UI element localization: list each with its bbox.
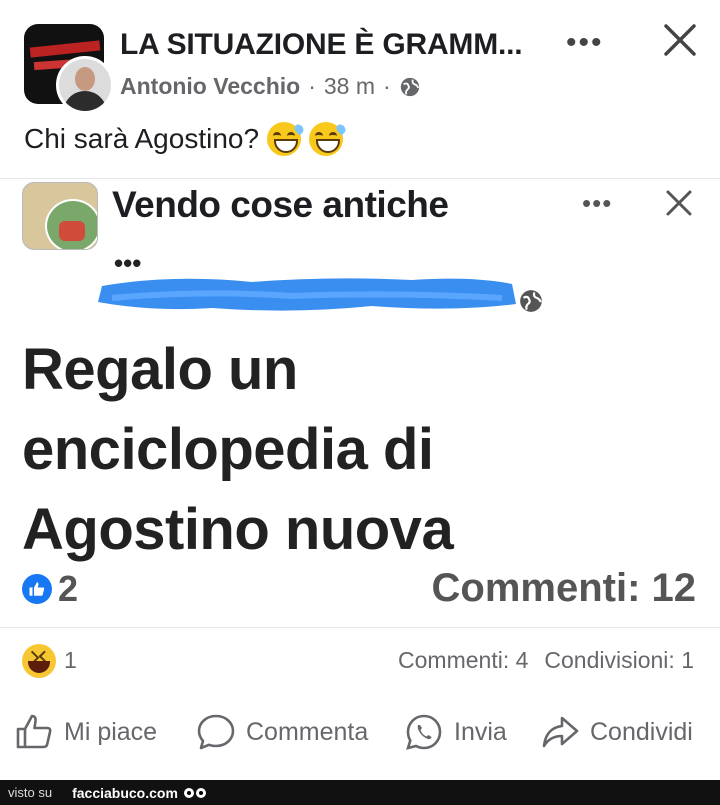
close-icon[interactable] [660,20,700,60]
footer-visto: visto su [8,785,53,800]
screenshot-group-title: Vendo cose antiche [112,184,449,225]
comments-count[interactable]: Commenti: 4 [398,647,528,674]
whatsapp-icon [406,714,442,750]
redaction-scribble [98,278,516,311]
author-name[interactable]: Antonio Vecchio [120,73,300,100]
reaction-count[interactable]: 1 [64,647,77,674]
engagement-counts: Commenti: 4 Condivisioni: 1 [398,647,694,674]
byline-separator: · [308,73,316,99]
author-avatar[interactable] [56,56,114,114]
screenshot-body-line-2: enciclopedia di [22,417,434,482]
post-text: Chi sarà Agostino? [24,122,348,156]
like-label: Mi piace [64,717,158,746]
screenshot-like-number: 2 [58,568,79,609]
send-button[interactable]: Invia [404,712,507,752]
shares-count[interactable]: Condivisioni: 1 [544,647,694,674]
share-button[interactable]: Condividi [540,712,693,752]
footer-brand: facciabuco.com [72,784,178,801]
group-name[interactable]: LA SITUAZIONE È GRAMM... [120,28,523,62]
thumbs-up-icon [16,714,52,749]
haha-reaction-icon[interactable] [22,644,56,678]
screenshot-post-body: Regalo un enciclopedia di Agostino nuova [22,330,454,570]
grinning-sweat-emoji-icon [267,122,306,156]
eyes-logo-icon [183,787,206,798]
screenshot-close-icon [666,190,692,216]
watermark-footer: visto su facciabuco.com [0,780,720,805]
send-label: Invia [454,717,507,746]
post-time[interactable]: 38 m [324,73,375,100]
comment-bubble-icon [197,714,235,750]
more-options-icon[interactable]: ••• [566,26,604,60]
like-reaction-icon [22,574,52,604]
comment-label: Commenta [246,717,369,746]
byline-separator-2: · [383,73,391,99]
post-text-label: Chi sarà Agostino? [24,123,260,154]
screenshot-avatar [22,182,98,250]
screenshot-body-line-1: Regalo un [22,337,298,402]
screenshot-comments-count: Commenti: 12 [431,566,697,610]
globe-icon [400,77,419,96]
screenshot-body-line-3: Agostino nuova [22,497,454,562]
screenshot-like-count: 2 [22,568,78,610]
byline: Antonio Vecchio · 38 m · [120,73,421,100]
share-label: Condividi [590,717,693,746]
like-button[interactable]: Mi piace [14,712,157,752]
screenshot-globe-icon [520,290,542,312]
share-arrow-icon [542,716,579,748]
comment-button[interactable]: Commenta [196,712,368,752]
grinning-sweat-emoji-icon-2 [309,122,348,156]
screenshot-more-icon: ••• [582,188,613,218]
